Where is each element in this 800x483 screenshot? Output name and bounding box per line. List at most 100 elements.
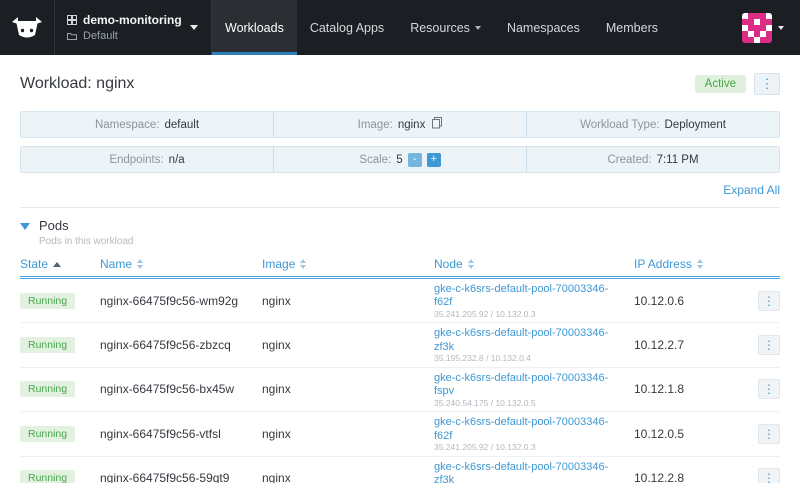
node-link[interactable]: gke-c-k6srs-default-pool-70003346-fspv: [434, 372, 608, 397]
pod-name: nginx-66475f9c56-vtfsl: [100, 426, 221, 441]
column-label: Image: [262, 257, 296, 271]
column-label: State: [20, 257, 49, 271]
info-bar-top: Namespace: default Image: nginx Workload…: [20, 111, 780, 138]
copy-icon[interactable]: [432, 117, 443, 132]
main-nav: Workloads Catalog Apps Resources Namespa…: [212, 0, 671, 55]
workload-menu-button[interactable]: ⋮: [754, 73, 780, 95]
sort-icon: [137, 259, 144, 269]
table-row: Running nginx-66475f9c56-wm92g nginx gke…: [20, 279, 780, 324]
sort-icon: [696, 259, 703, 269]
pod-state-badge: Running: [20, 470, 76, 483]
nav-item-catalog-apps[interactable]: Catalog Apps: [297, 0, 397, 55]
cluster-name: demo-monitoring: [83, 13, 182, 27]
table-row: Running nginx-66475f9c56-vtfsl nginx gke…: [20, 412, 780, 457]
cluster-icon: [67, 15, 77, 25]
nav-item-members[interactable]: Members: [593, 0, 671, 55]
expand-all-link[interactable]: Expand All: [723, 183, 780, 197]
top-navigation-bar: demo-monitoring Default Workloads Catalo…: [0, 0, 800, 55]
pod-menu-button[interactable]: ⋮: [758, 423, 780, 444]
pod-ip-address: 10.12.0.5: [634, 426, 685, 441]
pod-image: nginx: [262, 382, 291, 397]
table-row: Running nginx-66475f9c56-59qt9 nginx gke…: [20, 457, 780, 483]
node-link[interactable]: gke-c-k6srs-default-pool-70003346-f62f: [434, 416, 608, 441]
endpoints-label: Endpoints:: [109, 153, 164, 166]
nav-item-namespaces[interactable]: Namespaces: [494, 0, 593, 55]
pod-state-badge: Running: [20, 337, 76, 354]
pod-image: nginx: [262, 426, 291, 441]
nav-label: Catalog Apps: [309, 20, 385, 35]
page-header: Workload: nginx Active ⋮: [20, 73, 780, 95]
pod-ip-address: 10.12.2.7: [634, 338, 685, 353]
nav-item-resources[interactable]: Resources: [397, 0, 494, 55]
chevron-down-icon: [189, 25, 198, 30]
created-value: 7:11 PM: [656, 153, 699, 166]
column-label: Name: [100, 257, 133, 271]
node-ip-addresses: 35.240.54.175 / 10.132.0.5: [434, 397, 536, 408]
node-link[interactable]: gke-c-k6srs-default-pool-70003346-zf3k: [434, 327, 608, 352]
scale-cell: Scale: 5 - +: [274, 147, 527, 172]
project-icon: [67, 33, 77, 40]
endpoints-cell: Endpoints: n/a: [21, 147, 274, 172]
project-name: Default: [83, 30, 118, 42]
pod-name: nginx-66475f9c56-bx45w: [100, 382, 235, 397]
pod-image: nginx: [262, 471, 291, 483]
main-content: Workload: nginx Active ⋮ Namespace: defa…: [0, 73, 800, 483]
node-link[interactable]: gke-c-k6srs-default-pool-70003346-f62f: [434, 283, 608, 308]
column-header-image[interactable]: Image: [262, 257, 434, 271]
chevron-down-icon: [474, 25, 481, 30]
namespace-value: default: [164, 118, 200, 131]
scale-increase-button[interactable]: +: [426, 152, 441, 167]
node-ip-addresses: 35.241.205.92 / 10.132.0.3: [434, 442, 536, 453]
scale-decrease-button[interactable]: -: [407, 152, 422, 167]
pods-section-title: Pods: [39, 218, 69, 233]
column-header-state[interactable]: State: [20, 257, 100, 271]
created-cell: Created: 7:11 PM: [527, 147, 779, 172]
nav-item-workloads[interactable]: Workloads: [212, 0, 297, 55]
collapse-pods-icon[interactable]: [20, 223, 30, 230]
namespace-label: Namespace:: [94, 118, 160, 131]
workload-type-value: Deployment: [664, 118, 726, 131]
pod-menu-button[interactable]: ⋮: [758, 468, 780, 483]
pod-menu-button[interactable]: ⋮: [758, 379, 780, 400]
pod-state-badge: Running: [20, 292, 76, 309]
table-row: Running nginx-66475f9c56-bx45w nginx gke…: [20, 368, 780, 413]
column-header-ip[interactable]: IP Address: [634, 257, 748, 271]
avatar: [742, 12, 772, 43]
nav-label: Namespaces: [506, 20, 580, 35]
pod-state-badge: Running: [20, 425, 76, 442]
info-bar-bottom: Endpoints: n/a Scale: 5 - + Created: 7:1…: [20, 146, 780, 173]
endpoints-value: n/a: [168, 153, 185, 166]
cow-icon: [12, 16, 42, 37]
pod-name: nginx-66475f9c56-wm92g: [100, 293, 239, 308]
rancher-logo[interactable]: [0, 0, 54, 55]
sort-icon: [467, 259, 474, 269]
pods-section-header: Pods Pods in this workload: [20, 207, 780, 249]
column-header-node[interactable]: Node: [434, 257, 634, 271]
chevron-down-icon: [778, 25, 784, 30]
scale-label: Scale:: [359, 153, 392, 166]
pod-ip-address: 10.12.1.8: [634, 382, 685, 397]
pod-menu-button[interactable]: ⋮: [758, 290, 780, 311]
image-value: nginx: [397, 118, 426, 131]
column-header-name[interactable]: Name: [100, 257, 262, 271]
scale-value: 5: [396, 153, 403, 166]
workload-type-label: Workload Type:: [580, 118, 660, 131]
pod-ip-address: 10.12.2.8: [634, 471, 685, 483]
sort-icon: [300, 259, 307, 269]
pod-image: nginx: [262, 293, 291, 308]
table-row: Running nginx-66475f9c56-zbzcq nginx gke…: [20, 323, 780, 368]
node-link[interactable]: gke-c-k6srs-default-pool-70003346-zf3k: [434, 461, 608, 483]
column-label: Node: [434, 257, 463, 271]
image-cell: Image: nginx: [274, 112, 527, 137]
pod-image: nginx: [262, 338, 291, 353]
workload-type-cell: Workload Type: Deployment: [527, 112, 779, 137]
pod-state-badge: Running: [20, 381, 76, 398]
nav-label: Workloads: [225, 20, 284, 35]
created-label: Created:: [607, 153, 652, 166]
namespace-cell: Namespace: default: [21, 112, 274, 137]
image-label: Image:: [357, 118, 393, 131]
user-menu[interactable]: [742, 0, 800, 55]
pod-menu-button[interactable]: ⋮: [758, 335, 780, 356]
node-ip-addresses: 35.241.205.92 / 10.132.0.3: [434, 308, 536, 319]
cluster-project-switcher[interactable]: demo-monitoring Default: [54, 0, 212, 55]
